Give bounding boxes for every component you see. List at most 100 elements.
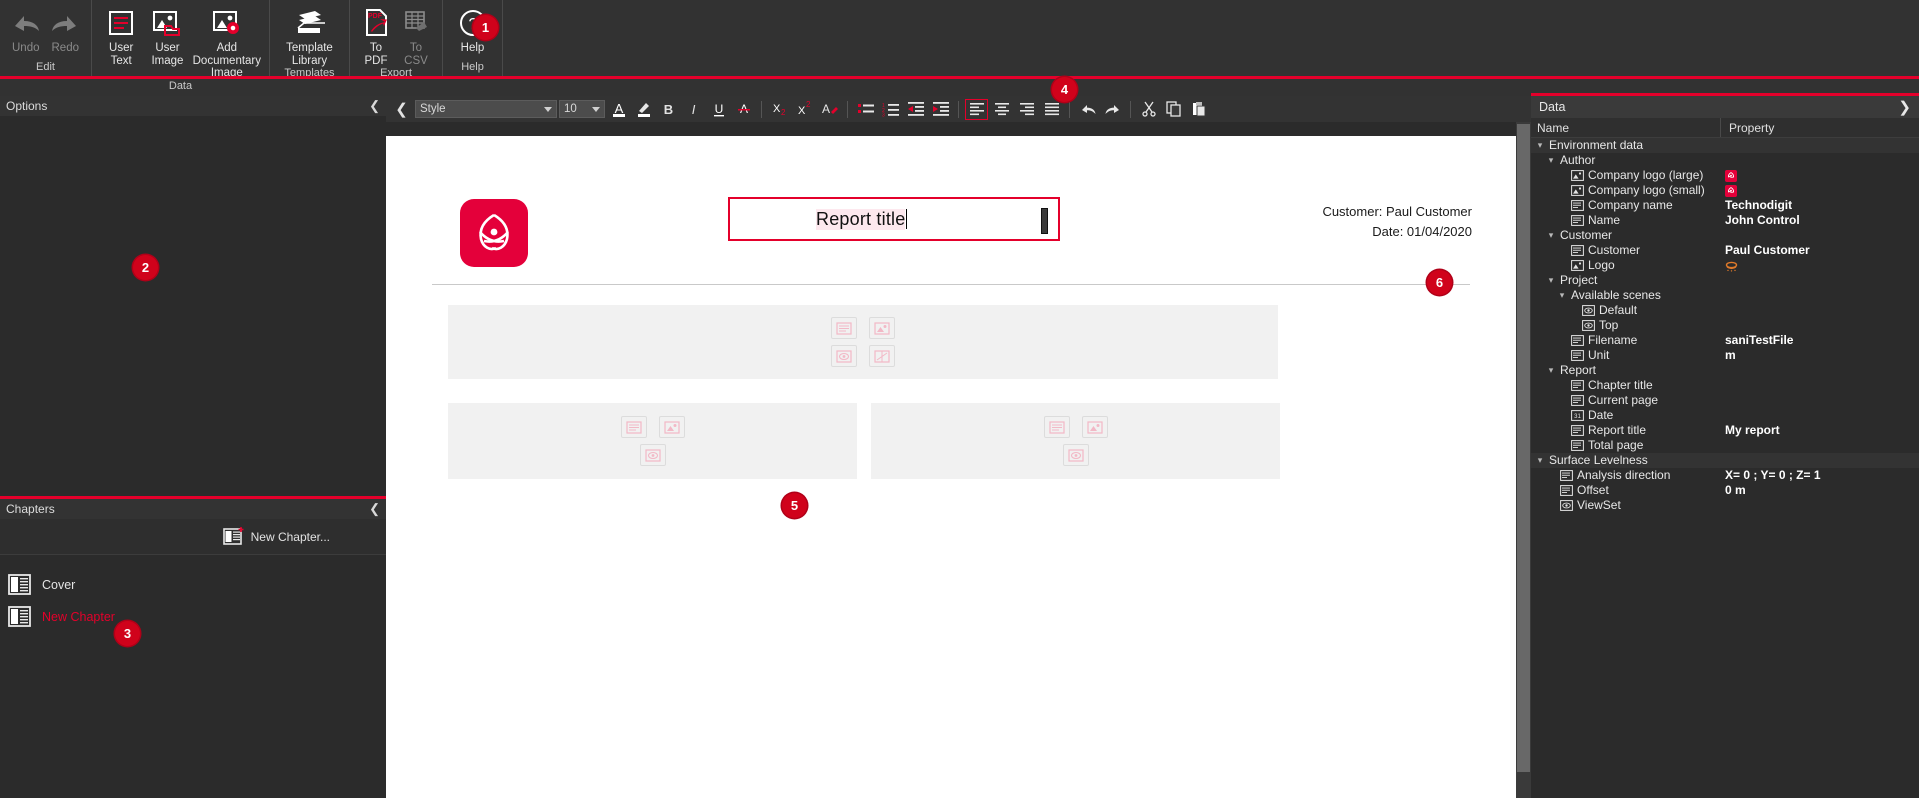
data-tree-row[interactable]: Filename saniTestFile	[1531, 333, 1919, 348]
copy-button[interactable]	[1162, 99, 1185, 120]
data-tree-row[interactable]: ▾ Environment data	[1531, 138, 1919, 153]
data-tree-row-name: ▾ Customer	[1531, 228, 1721, 243]
align-right-button[interactable]	[1015, 99, 1038, 120]
data-tree-row[interactable]: Current page	[1531, 393, 1919, 408]
cut-button[interactable]	[1137, 99, 1160, 120]
align-left-button[interactable]	[965, 98, 988, 120]
to-pdf-button[interactable]: PDF To PDF	[356, 4, 396, 67]
redo-button[interactable]: Redo	[46, 4, 86, 55]
chevron-down-icon[interactable]: ▾	[1546, 273, 1556, 288]
chevron-down-icon[interactable]: ▾	[1546, 153, 1556, 168]
scrollbar-thumb[interactable]	[1517, 124, 1530, 772]
data-tree-row[interactable]: ▾ Author	[1531, 153, 1919, 168]
content-placeholder-left[interactable]	[448, 403, 857, 479]
font-color-button[interactable]: A	[607, 99, 630, 120]
chevron-left-icon[interactable]: ❮	[369, 98, 380, 114]
data-tree-row[interactable]: Default	[1531, 303, 1919, 318]
add-documentary-image-button[interactable]: Add Documentary Image	[191, 4, 263, 80]
report-page[interactable]: Report title Customer: Paul Customer Dat…	[386, 136, 1516, 798]
data-tree-row[interactable]: 31 Date	[1531, 408, 1919, 423]
data-tree-row[interactable]: ▾ Report	[1531, 363, 1919, 378]
view-icon[interactable]	[1062, 444, 1089, 466]
paste-button[interactable]	[1187, 99, 1210, 120]
numbered-list-button[interactable]: 123	[879, 99, 902, 120]
content-placeholder-right[interactable]	[871, 403, 1280, 479]
user-image-button[interactable]: User Image	[144, 4, 190, 67]
data-tree-row[interactable]: Unit m	[1531, 348, 1919, 363]
data-tree-row[interactable]: Customer Paul Customer	[1531, 243, 1919, 258]
to-csv-button[interactable]: To CSV	[396, 4, 436, 67]
chevron-down-icon[interactable]: ▾	[1557, 288, 1567, 303]
data-tree-row[interactable]: ViewSet	[1531, 498, 1919, 513]
justify-button[interactable]	[1040, 99, 1063, 120]
data-tree-row[interactable]: ▾ Customer	[1531, 228, 1919, 243]
data-tree-row[interactable]: Report title My report	[1531, 423, 1919, 438]
data-tree-row[interactable]: Company logo (large)	[1531, 168, 1919, 183]
text-icon	[1571, 200, 1584, 211]
data-tree-row[interactable]: Logo	[1531, 258, 1919, 273]
chevron-down-icon[interactable]: ▾	[1546, 363, 1556, 378]
decrease-indent-button[interactable]	[904, 99, 927, 120]
textbox-resize-handle[interactable]	[1041, 208, 1048, 234]
chapter-item-new-chapter[interactable]: New Chapter	[0, 601, 386, 633]
subscript-button[interactable]: X2	[768, 99, 791, 120]
data-tree-row[interactable]: ▾ Project	[1531, 273, 1919, 288]
new-chapter-button[interactable]: New Chapter...	[222, 526, 330, 547]
data-tree-row-value: X= 0 ; Y= 0 ; Z= 1	[1725, 468, 1821, 482]
chevron-down-icon[interactable]: ▾	[1535, 138, 1545, 153]
data-tree-row[interactable]: Analysis direction X= 0 ; Y= 0 ; Z= 1	[1531, 468, 1919, 483]
data-tree-row[interactable]: Company name Technodigit	[1531, 198, 1919, 213]
view-icon[interactable]	[639, 444, 666, 466]
undo-edit-button[interactable]	[1076, 99, 1099, 120]
data-tree-row[interactable]: ▾ Available scenes	[1531, 288, 1919, 303]
ribbon-group-edit: Undo Redo Edit	[0, 0, 92, 76]
data-tree-row-name: 31 Date	[1531, 408, 1721, 423]
data-tree-row[interactable]: Total page	[1531, 438, 1919, 453]
style-dropdown[interactable]: Style	[415, 100, 557, 118]
superscript-button[interactable]: X2	[793, 99, 816, 120]
increase-indent-button[interactable]	[929, 99, 952, 120]
image-icon[interactable]	[658, 416, 685, 438]
data-tree-row[interactable]: Offset 0 m	[1531, 483, 1919, 498]
chevron-left-icon[interactable]: ❮	[369, 501, 380, 517]
bullet-list-button[interactable]	[854, 99, 877, 120]
underline-button[interactable]: U	[707, 99, 730, 120]
font-size-dropdown[interactable]: 10	[559, 100, 605, 118]
chapter-item-cover[interactable]: Cover	[0, 569, 386, 601]
text-icon[interactable]	[620, 416, 647, 438]
text-icon[interactable]	[831, 317, 857, 339]
pdf-export-icon: PDF	[362, 6, 390, 40]
undo-button[interactable]: Undo	[6, 4, 46, 55]
company-logo-image[interactable]	[460, 199, 528, 267]
data-tree-row[interactable]: ▾ Surface Levelness	[1531, 453, 1919, 468]
image-icon[interactable]	[869, 317, 895, 339]
strikethrough-button[interactable]: A	[732, 99, 755, 120]
view-icon[interactable]	[831, 345, 857, 367]
align-center-button[interactable]	[990, 99, 1013, 120]
content-placeholder-top[interactable]	[448, 305, 1278, 379]
data-tree-row[interactable]: Top	[1531, 318, 1919, 333]
redo-edit-button[interactable]	[1101, 99, 1124, 120]
data-tree-row-name: ▾ Report	[1531, 363, 1721, 378]
template-library-button[interactable]: Template Library	[276, 4, 343, 67]
bold-button[interactable]: B	[657, 99, 680, 120]
data-tree-row[interactable]: Company logo (small)	[1531, 183, 1919, 198]
text-icon[interactable]	[1043, 416, 1070, 438]
chevron-down-icon[interactable]: ▾	[1535, 453, 1545, 468]
chart-icon[interactable]	[869, 345, 895, 367]
report-title-textbox[interactable]: Report title	[728, 197, 1060, 241]
data-tree-row[interactable]: Chapter title	[1531, 378, 1919, 393]
highlight-color-button[interactable]	[632, 99, 655, 120]
data-tree-label: Company logo (large)	[1588, 168, 1704, 182]
chevron-right-icon[interactable]: ❯	[1898, 98, 1911, 116]
canvas-vertical-scrollbar[interactable]	[1516, 122, 1531, 798]
user-text-button[interactable]: User Text	[98, 4, 144, 67]
clear-formatting-button[interactable]: A	[818, 99, 841, 120]
data-tree-row[interactable]: Name John Control	[1531, 213, 1919, 228]
data-tree-label: Logo	[1588, 258, 1615, 272]
chevron-down-icon[interactable]: ▾	[1546, 228, 1556, 243]
toolbar-collapse-left-icon[interactable]: ❮	[390, 99, 413, 120]
image-icon[interactable]	[1081, 416, 1108, 438]
italic-button[interactable]: I	[682, 99, 705, 120]
eye-icon	[1582, 320, 1595, 331]
